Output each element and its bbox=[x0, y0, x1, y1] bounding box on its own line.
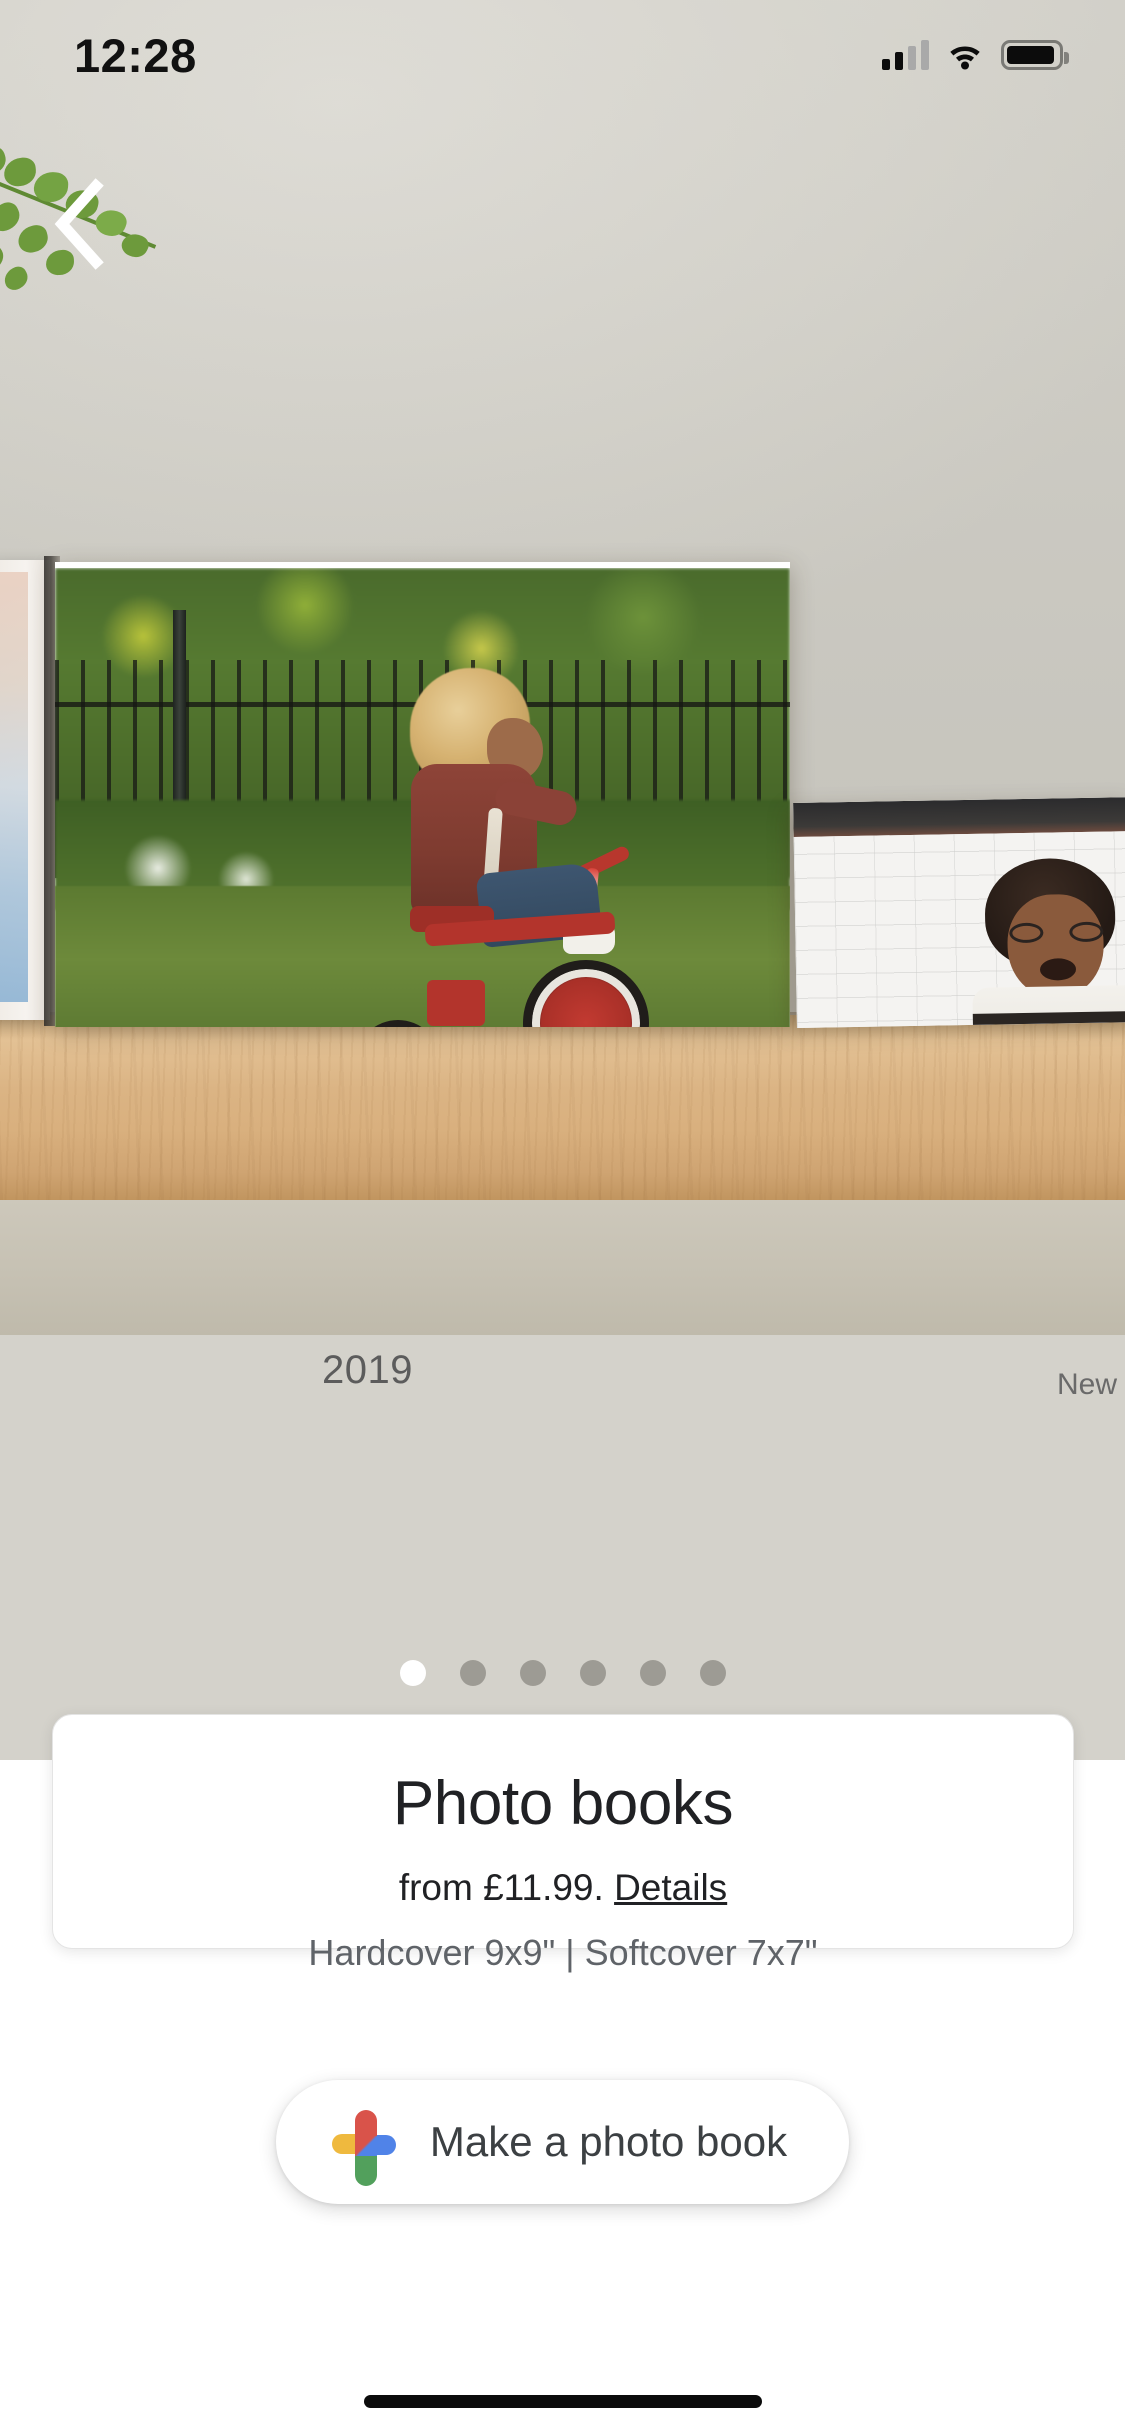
product-sizes: Hardcover 9x9" | Softcover 7x7" bbox=[308, 1932, 818, 1973]
battery-icon bbox=[1001, 40, 1069, 70]
product-price: from £11.99. bbox=[398, 1867, 604, 1908]
background-open-book bbox=[0, 560, 50, 1020]
details-link[interactable]: Details bbox=[614, 1867, 727, 1908]
book-cover-photo bbox=[55, 568, 790, 1027]
cta-label: Make a photo book bbox=[429, 2118, 788, 2165]
secondary-photo-book bbox=[793, 797, 1125, 1028]
cellular-signal-icon bbox=[882, 40, 929, 70]
carousel-dot[interactable] bbox=[519, 1660, 546, 1686]
wifi-icon bbox=[950, 46, 980, 70]
cta-container: Make a photo book bbox=[0, 2080, 1125, 2204]
carousel-dot[interactable] bbox=[639, 1660, 666, 1686]
hero-carousel-image[interactable]: 2019 New bbox=[0, 0, 1125, 1760]
home-indicator[interactable] bbox=[363, 2395, 762, 2408]
wooden-shelf bbox=[0, 1015, 1125, 1200]
carousel-dot[interactable] bbox=[699, 1660, 726, 1686]
carousel-dot[interactable] bbox=[459, 1660, 486, 1686]
product-info-card: Photo books from £11.99. Details Hardcov… bbox=[52, 1714, 1074, 1973]
carousel-dot[interactable] bbox=[399, 1660, 426, 1686]
chevron-left-icon bbox=[54, 178, 104, 270]
back-button[interactable] bbox=[26, 172, 130, 276]
product-price-line: from £11.99. Details bbox=[399, 1867, 727, 1909]
status-bar-time: 12:28 bbox=[74, 28, 197, 82]
featured-photo-book bbox=[55, 562, 790, 1027]
google-photos-icon bbox=[331, 2110, 396, 2186]
carousel-dot[interactable] bbox=[579, 1660, 606, 1686]
book-cover-year: 2019 bbox=[322, 1348, 413, 1392]
product-title: Photo books bbox=[392, 1769, 734, 1838]
make-a-photo-book-button[interactable]: Make a photo book bbox=[275, 2080, 850, 2204]
shelf-front-wall bbox=[0, 1200, 1125, 1335]
status-bar: 12:28 bbox=[0, 0, 1125, 110]
secondary-book-caption: New bbox=[1056, 1368, 1117, 1401]
carousel-page-indicator[interactable] bbox=[0, 1660, 1125, 1686]
